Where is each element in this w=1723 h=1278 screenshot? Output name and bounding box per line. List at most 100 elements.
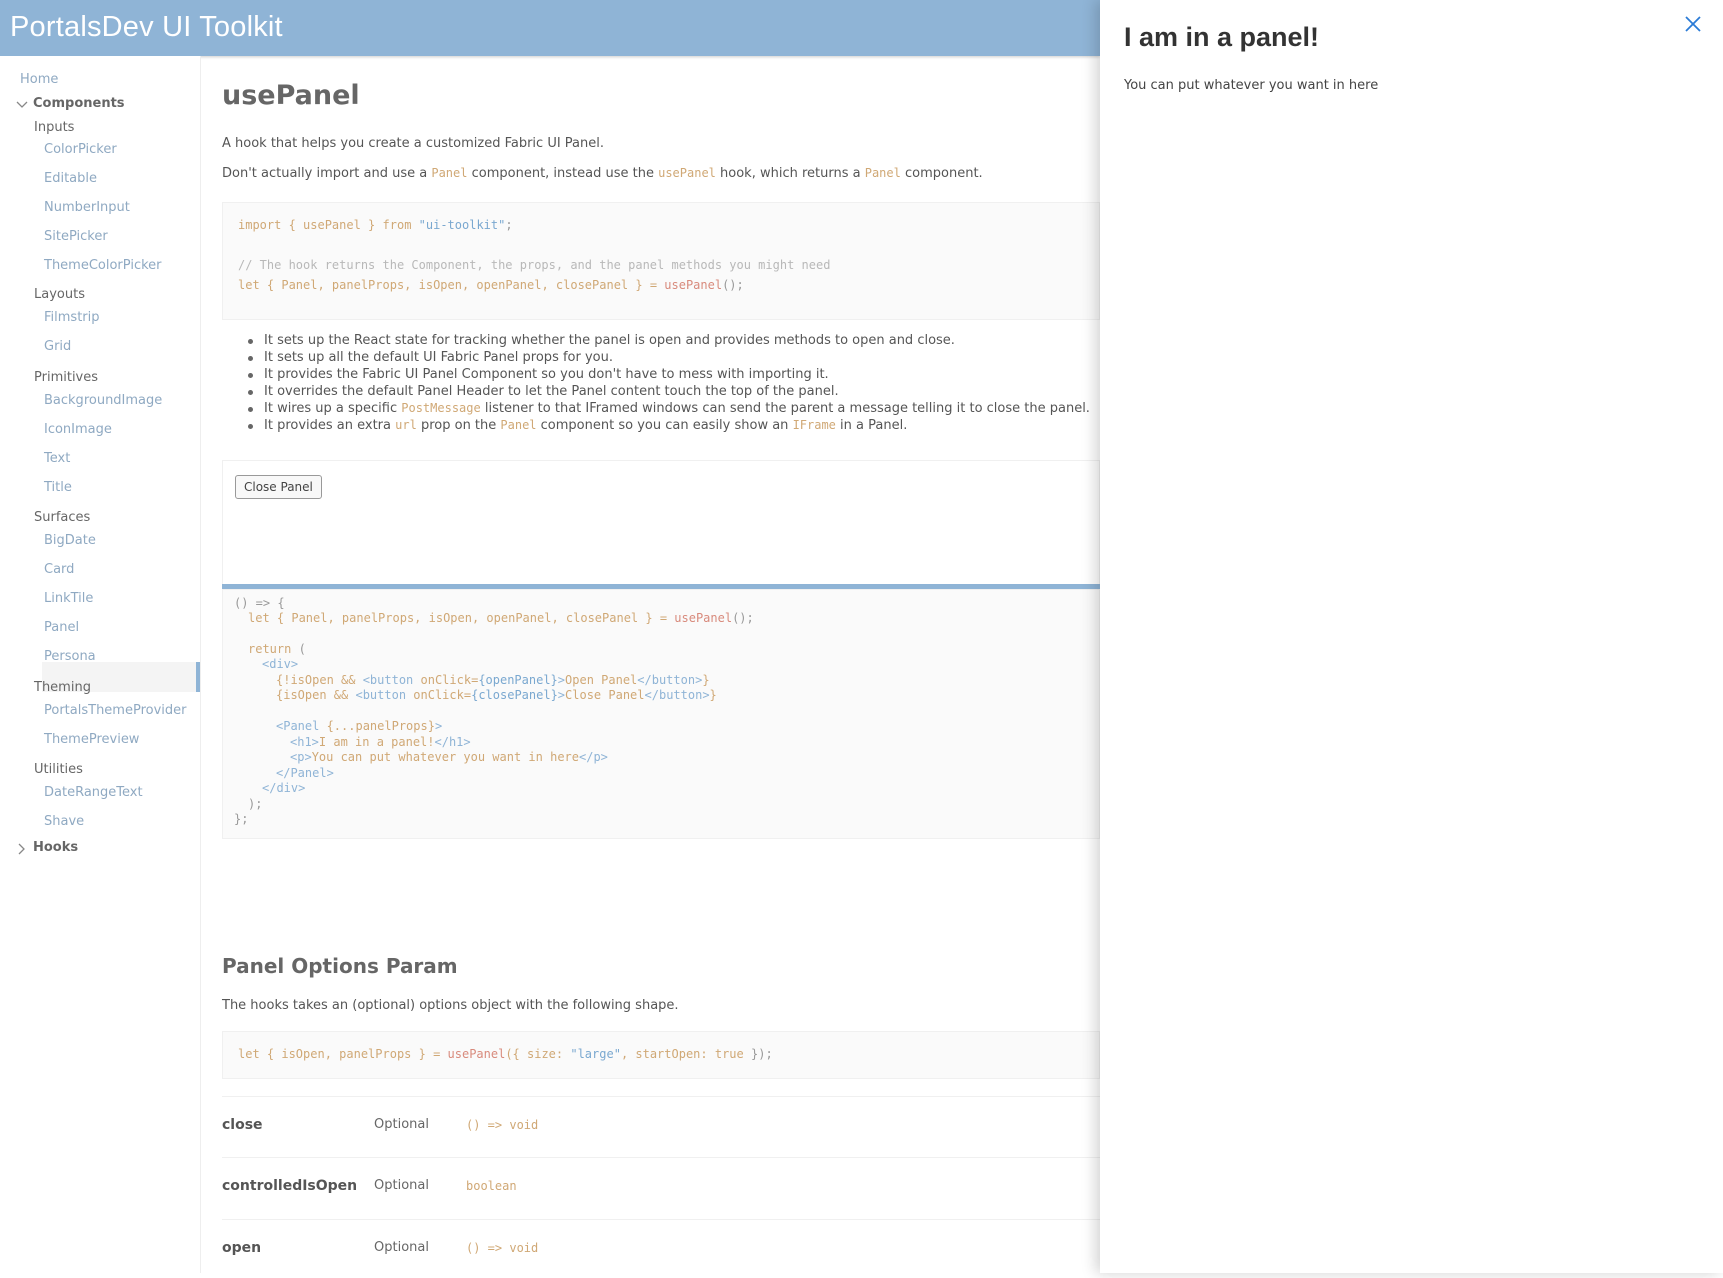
top-bar: PortalsDev UI Toolkit bbox=[0, 0, 1100, 56]
table-row: close Optional () => void bbox=[222, 1096, 1100, 1155]
sidebar-section-primitives: Primitives bbox=[34, 370, 99, 385]
sidebar-item-grid[interactable]: Grid bbox=[44, 339, 71, 354]
sidebar-item-bigdate[interactable]: BigDate bbox=[44, 533, 96, 548]
close-panel-button[interactable]: Close Panel bbox=[235, 475, 322, 499]
list-text-part: prop on the bbox=[416, 418, 501, 433]
sidebar-item-editable[interactable]: Editable bbox=[44, 171, 97, 186]
code-text: }; bbox=[234, 812, 249, 826]
sidebar-group-components[interactable]: Components bbox=[33, 96, 125, 111]
sidebar-item-filmstrip[interactable]: Filmstrip bbox=[44, 310, 100, 325]
bullet-dot bbox=[248, 390, 253, 395]
code-text: } bbox=[702, 673, 710, 687]
inline-code: Panel bbox=[431, 166, 468, 180]
code-text: I am in a panel! bbox=[318, 735, 435, 749]
code-string: "ui-toolkit" bbox=[418, 218, 506, 232]
sidebar-item-card[interactable]: Card bbox=[44, 562, 74, 577]
close-panel-x-button[interactable] bbox=[1677, 8, 1709, 40]
code-text: ); bbox=[248, 797, 263, 811]
inline-code: IFrame bbox=[792, 418, 836, 432]
main-content: usePanel A hook that helps you create a … bbox=[200, 56, 1100, 1273]
code-line: </Panel> bbox=[276, 766, 334, 780]
sidebar-item-colorpicker[interactable]: ColorPicker bbox=[44, 142, 117, 157]
sidebar-item-themepreview[interactable]: ThemePreview bbox=[44, 732, 139, 747]
code-function: usePanel bbox=[447, 1047, 506, 1061]
sidebar-item-backgroundimage[interactable]: BackgroundImage bbox=[44, 393, 162, 408]
bullet-dot bbox=[248, 424, 253, 429]
bullet-dot bbox=[248, 356, 253, 361]
sidebar-item-sitepicker[interactable]: SitePicker bbox=[44, 229, 108, 244]
code-attr: onClick= bbox=[413, 673, 479, 687]
usage-text-part: component, instead use the bbox=[467, 166, 659, 181]
code-text: { usePanel } bbox=[281, 218, 383, 232]
code-tag: <div> bbox=[262, 657, 299, 671]
sidebar-item-iconimage[interactable]: IconImage bbox=[44, 422, 112, 437]
code-tag: <h1> bbox=[290, 735, 319, 749]
sidebar-item-home[interactable]: Home bbox=[20, 72, 58, 87]
prop-name: close bbox=[222, 1117, 263, 1133]
code-text: , startOpen: bbox=[620, 1047, 715, 1061]
sidebar-group-hooks[interactable]: Hooks bbox=[33, 840, 78, 855]
sidebar-section-surfaces: Surfaces bbox=[34, 510, 91, 525]
code-text: } bbox=[709, 688, 717, 702]
inline-code: Panel bbox=[864, 166, 901, 180]
code-tag: </h1> bbox=[434, 735, 471, 749]
sidebar-nav: Home Components Inputs ColorPicker Edita… bbox=[0, 56, 201, 1273]
code-line: let { Panel, panelProps, isOpen, openPan… bbox=[238, 278, 744, 292]
usage-text-part: component. bbox=[900, 166, 983, 181]
code-text: {isOpen && bbox=[276, 688, 356, 702]
sidebar-section-utilities: Utilities bbox=[34, 762, 83, 777]
code-text: { Panel, panelProps, isOpen, openPanel, … bbox=[269, 611, 675, 625]
code-function: usePanel bbox=[664, 278, 723, 292]
prop-type: boolean bbox=[466, 1179, 517, 1193]
sidebar-item-themecolorpicker[interactable]: ThemeColorPicker bbox=[44, 258, 162, 273]
code-text: (); bbox=[732, 611, 754, 625]
sidebar-item-numberinput[interactable]: NumberInput bbox=[44, 200, 130, 215]
code-function: usePanel bbox=[674, 611, 733, 625]
sidebar-item-text[interactable]: Text bbox=[44, 451, 70, 466]
page-title: usePanel bbox=[222, 80, 360, 111]
code-line: <Panel {...panelProps}> bbox=[276, 719, 442, 733]
code-attr: onClick= bbox=[406, 688, 472, 702]
list-text-part: It wires up a specific bbox=[264, 401, 402, 416]
demo-preview: Close Panel bbox=[222, 460, 1100, 584]
code-keyword: let bbox=[248, 611, 270, 625]
list-item-text: It sets up the React state for tracking … bbox=[264, 333, 955, 348]
chevron-right-icon[interactable] bbox=[15, 842, 29, 856]
usage-text: Don't actually import and use a Panel co… bbox=[222, 166, 983, 181]
code-string: {closePanel} bbox=[471, 688, 558, 702]
list-item-text: It provides the Fabric UI Panel Componen… bbox=[264, 367, 829, 382]
code-line: <div> bbox=[262, 657, 298, 671]
code-tag: </button> bbox=[637, 673, 703, 687]
list-text-part: component so you can easily show an bbox=[536, 418, 793, 433]
code-text: Open Panel bbox=[565, 673, 638, 687]
chevron-down-icon[interactable] bbox=[15, 98, 29, 112]
code-string: "large" bbox=[570, 1047, 621, 1061]
sidebar-section-layouts: Layouts bbox=[34, 287, 85, 302]
usage-text-part: Don't actually import and use a bbox=[222, 166, 432, 181]
side-panel: I am in a panel! You can put whatever yo… bbox=[1100, 0, 1723, 1273]
list-text-part: It provides an extra bbox=[264, 418, 396, 433]
list-item-text: It wires up a specific PostMessage liste… bbox=[264, 401, 1090, 416]
code-line: {!isOpen && <button onClick={openPanel}>… bbox=[276, 673, 710, 687]
code-text: { isOpen, panelProps } = bbox=[259, 1047, 448, 1061]
sidebar-item-panel[interactable]: Panel bbox=[44, 620, 79, 635]
inline-code: PostMessage bbox=[401, 401, 481, 415]
code-tag: <button bbox=[362, 673, 414, 687]
sidebar-item-daterangetext[interactable]: DateRangeText bbox=[44, 785, 143, 800]
sidebar-item-linktile[interactable]: LinkTile bbox=[44, 591, 93, 606]
sidebar-item-portalsthemeprovider[interactable]: PortalsThemeProvider bbox=[44, 703, 187, 718]
code-block-options: let { isOpen, panelProps } = usePanel({ … bbox=[222, 1031, 1100, 1079]
code-keyword: true bbox=[714, 1047, 744, 1061]
sidebar-item-title[interactable]: Title bbox=[44, 480, 72, 495]
code-text: (); bbox=[722, 278, 744, 292]
code-line: import { usePanel } from "ui-toolkit"; bbox=[238, 218, 513, 232]
code-tag: </div> bbox=[262, 781, 306, 795]
code-keyword: let bbox=[238, 278, 260, 292]
list-item-text: It provides an extra url prop on the Pan… bbox=[264, 418, 907, 433]
sidebar-item-persona[interactable]: Persona bbox=[44, 649, 96, 664]
brand-title[interactable]: PortalsDev UI Toolkit bbox=[10, 11, 283, 44]
prop-name: open bbox=[222, 1240, 262, 1256]
table-row: open Optional () => void bbox=[222, 1219, 1100, 1278]
sidebar-item-shave[interactable]: Shave bbox=[44, 814, 84, 829]
code-block-demo-source: () => { let { Panel, panelProps, isOpen,… bbox=[222, 589, 1100, 839]
